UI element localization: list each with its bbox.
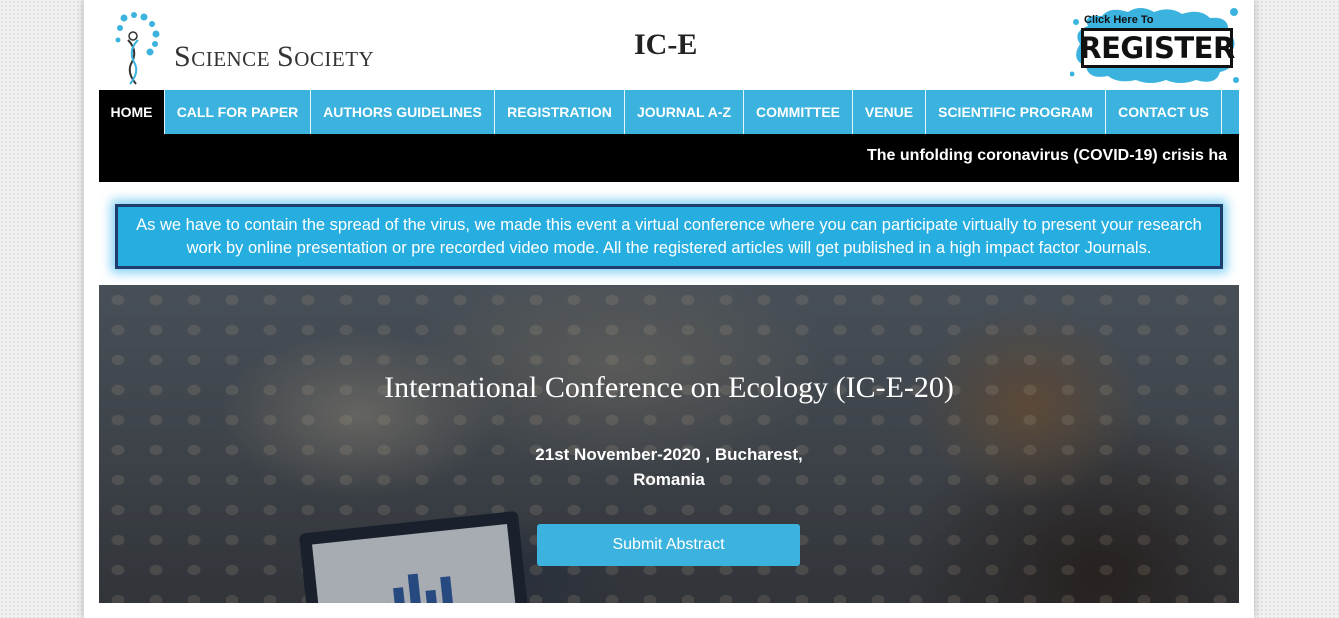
conference-date-line: 21st November-2020 , Bucharest,	[535, 445, 803, 464]
nav-item-home[interactable]: HOME	[99, 90, 165, 134]
page-container: Science Society IC-E Click Here To REGIS…	[84, 0, 1254, 618]
nav-item-call-for-paper[interactable]: CALL FOR PAPER	[165, 90, 311, 134]
conference-country-line: Romania	[633, 470, 705, 489]
nav-item-registration[interactable]: REGISTRATION	[495, 90, 625, 134]
register-badge-button[interactable]: Click Here To REGISTER	[1070, 4, 1240, 86]
nav-item-venue[interactable]: VENUE	[853, 90, 926, 134]
site-title: IC-E	[634, 28, 698, 61]
science-society-logo[interactable]: Science Society	[112, 10, 374, 86]
conference-date-location: 21st November-2020 , Bucharest, Romania	[519, 442, 819, 492]
nav-item-scientific-program[interactable]: SCIENTIFIC PROGRAM	[926, 90, 1106, 134]
dna-molecule-icon	[115, 12, 160, 85]
virtual-conference-notice: As we have to contain the spread of the …	[115, 204, 1223, 269]
register-label: REGISTER	[1079, 28, 1235, 68]
main-nav: HOME CALL FOR PAPER AUTHORS GUIDELINES R…	[99, 90, 1239, 134]
logo-text: Science Society	[174, 40, 375, 73]
conference-title: International Conference on Ecology (IC-…	[384, 371, 954, 404]
nav-item-authors-guidelines[interactable]: AUTHORS GUIDELINES	[311, 90, 495, 134]
ticker-text[interactable]: The unfolding coronavirus (COVID-19) cri…	[867, 147, 1227, 165]
submit-abstract-button[interactable]: Submit Abstract	[537, 524, 800, 566]
news-ticker: The unfolding coronavirus (COVID-19) cri…	[99, 134, 1239, 182]
hero-banner: International Conference on Ecology (IC-…	[99, 285, 1239, 603]
nav-item-contact-us[interactable]: CONTACT US	[1106, 90, 1222, 134]
nav-item-journal-a-z[interactable]: JOURNAL A-Z	[625, 90, 744, 134]
nav-item-committee[interactable]: COMMITTEE	[744, 90, 853, 134]
register-click-here-text: Click Here To	[1084, 14, 1154, 26]
